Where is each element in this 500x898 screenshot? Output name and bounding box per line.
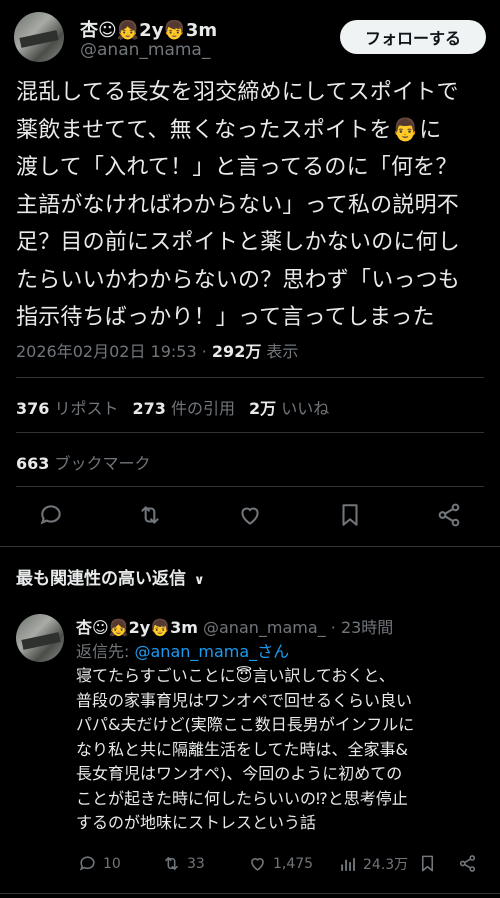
reply-author-name[interactable]: 杏☺👧2y👦3m	[76, 618, 198, 637]
chevron-down-icon: ∨	[194, 573, 205, 588]
action-bar	[16, 498, 484, 532]
reply-reply-count: 10	[103, 855, 121, 872]
reply-sort-dropdown[interactable]: 最も関連性の高い返信 ∨	[16, 564, 205, 589]
reply-time[interactable]: · 23時間	[331, 618, 394, 637]
meta-separator: ·	[201, 342, 207, 361]
reply-text: 寝てたらすごいことに😇言い訳しておくと、 普段の家事育児はワンオペで回せるくらい…	[76, 666, 415, 832]
like-icon	[251, 858, 264, 871]
reply-to-label: 返信先:	[76, 642, 130, 661]
reply-like-count: 1,475	[273, 855, 314, 872]
author-handle[interactable]: @anan_mama_	[80, 40, 210, 60]
bookmark-icon[interactable]	[337, 502, 363, 528]
engagement-stats: 376 リポスト 273 件の引用 2万 いいね	[16, 395, 329, 419]
views-label: 表示	[266, 342, 299, 361]
reply-to: 返信先: @anan_mama_さん	[76, 638, 289, 662]
author-name[interactable]: 杏☺👧2y👦3m	[80, 16, 217, 42]
reply-icon	[79, 856, 95, 871]
reply-views-count: 24.3万	[363, 857, 409, 873]
repost-icon	[165, 857, 178, 870]
share-icon	[459, 855, 476, 872]
tweet-header: 杏☺👧2y👦3m @anan_mama_ フォローする	[14, 12, 486, 64]
like-icon[interactable]	[237, 502, 263, 528]
share-icon[interactable]	[436, 502, 462, 528]
reply-repost-button[interactable]: 33	[162, 854, 205, 873]
divider	[16, 432, 484, 433]
likes-stat[interactable]: 2万 いいね	[249, 399, 329, 418]
tweet-text: 混乱してる長女を羽交締めにしてスポイトで 薬飲ませてて、無くなったスポイトを👨に…	[16, 80, 461, 330]
reply-like-button[interactable]: 1,475	[248, 854, 313, 873]
reply-bookmark-button[interactable]	[418, 854, 437, 873]
reply-author-handle[interactable]: @anan_mama_	[203, 618, 326, 637]
reply-repost-count: 33	[187, 855, 205, 872]
quotes-stat[interactable]: 273 件の引用	[133, 399, 236, 418]
author-avatar[interactable]	[14, 12, 64, 62]
reply-sort-label: 最も関連性の高い返信	[16, 569, 186, 589]
reposts-stat[interactable]: 376 リポスト	[16, 399, 119, 418]
reply-action-bar: 10 33 1,475 24.3万	[76, 854, 486, 880]
tweet-meta: 2026年02月02日 19:53 · 292万 表示	[16, 338, 298, 362]
follow-button[interactable]: フォローする	[340, 20, 486, 54]
views-count: 292万	[211, 342, 262, 361]
repost-icon[interactable]	[137, 502, 163, 528]
divider	[16, 486, 484, 487]
reply-to-link[interactable]: @anan_mama_さん	[135, 642, 290, 661]
divider	[0, 893, 500, 894]
reply-header: 杏☺👧2y👦3m @anan_mama_ · 23時間	[76, 614, 393, 638]
reply-icon[interactable]	[38, 502, 64, 528]
views-icon	[341, 857, 355, 871]
reply-reply-button[interactable]: 10	[78, 854, 121, 873]
divider	[16, 377, 484, 378]
reply-avatar[interactable]	[16, 614, 64, 662]
bookmarks-stat[interactable]: 663 ブックマーク	[16, 450, 151, 474]
tweet-timestamp[interactable]: 2026年02月02日 19:53	[16, 342, 197, 361]
divider	[0, 546, 500, 547]
reply-views-button[interactable]: 24.3万	[338, 854, 408, 874]
reply-share-button[interactable]	[458, 854, 477, 873]
bookmark-icon	[421, 855, 434, 872]
